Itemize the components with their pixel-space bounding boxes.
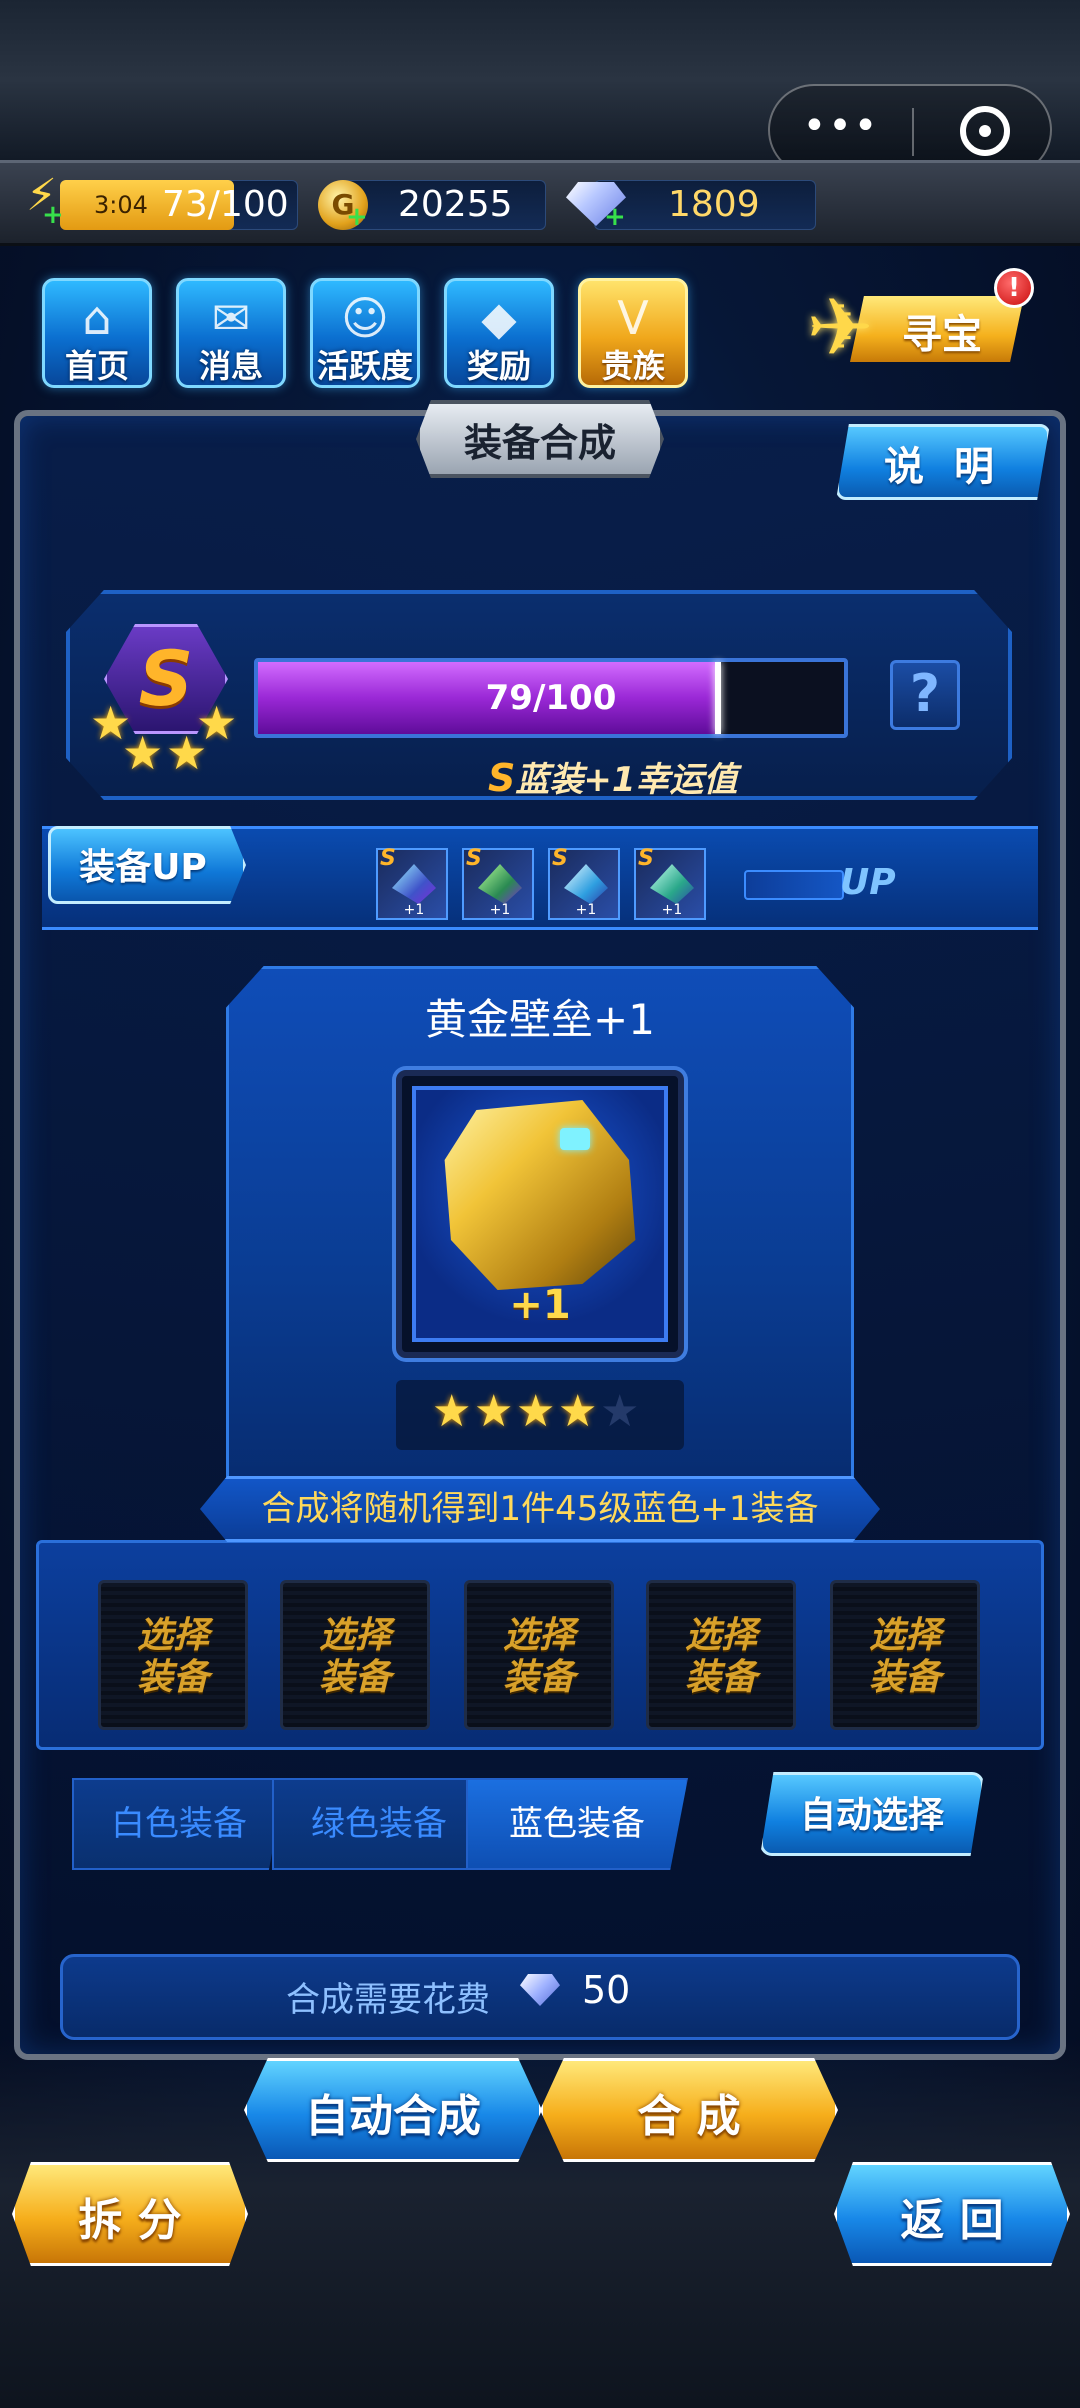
explain-label: 说 明 (884, 444, 1002, 490)
tab-blue-label: 蓝色装备 (509, 1804, 645, 1844)
result-star-icon: ★ (558, 1386, 598, 1437)
luck-desc-grade: S (488, 756, 516, 800)
fighter-jet-icon: ✈ (806, 281, 874, 374)
gift-icon: ◆ (481, 291, 517, 345)
nav-vip-label: 贵族 (600, 347, 665, 385)
slot-plus: +1 (489, 902, 511, 918)
nav-home-label: 首页 (64, 347, 129, 385)
select-equipment-label: 选择 装备 (318, 1615, 391, 1698)
slot-plus: +1 (575, 902, 597, 918)
nav-activity-label: 活跃度 (316, 347, 413, 385)
nav-message-label: 消息 (198, 347, 263, 385)
message-icon: ✉ (211, 291, 251, 345)
treasure-label: 寻宝 (902, 312, 982, 358)
add-energy-icon[interactable]: + (42, 200, 64, 230)
split-label: 拆 分 (78, 2195, 182, 2246)
cost-value: 50 (582, 1968, 631, 2012)
slot-grade: S (552, 846, 568, 871)
up-equipment-slot[interactable]: S +1 (548, 846, 620, 920)
grade-star-icon: ★ (166, 726, 208, 780)
synth-description: 合成将随机得到1件45级蓝色+1装备 (261, 1489, 819, 1529)
up-equipment-slot[interactable]: S +1 (634, 846, 706, 920)
fighter-icon (478, 864, 522, 904)
result-item-name: 黄金壁垒+1 (425, 995, 655, 1044)
add-gem-icon[interactable]: + (604, 202, 626, 232)
vip-icon: V (617, 291, 649, 345)
close-target-icon[interactable] (960, 106, 1010, 156)
tab-white-equipment[interactable]: 白色装备 (72, 1778, 286, 1870)
gem-value: 1809 (668, 184, 760, 225)
help-button[interactable]: ? (890, 660, 960, 730)
auto-select-label: 自动选择 (799, 1795, 944, 1836)
nav-vip-button[interactable]: V 贵族 (578, 278, 688, 388)
capsule-divider (912, 108, 914, 156)
add-coin-icon[interactable]: + (346, 202, 368, 232)
home-icon: ⌂ (82, 291, 112, 345)
slot-plus: +1 (403, 902, 425, 918)
luck-description: S蓝装+1幸运值 (488, 752, 738, 801)
activity-icon: ☺ (341, 291, 389, 345)
select-equipment-label: 选择 装备 (868, 1615, 941, 1698)
equip-up-label: 装备UP (79, 847, 207, 888)
back-label: 返 回 (900, 2195, 1004, 2246)
up-equipment-slot[interactable]: S +1 (462, 846, 534, 920)
nav-reward-label: 奖励 (466, 347, 531, 385)
up-arrows-icon (744, 870, 844, 900)
result-star-icon: ★ (600, 1386, 640, 1437)
slot-grade: S (638, 846, 654, 871)
alert-badge: ! (994, 268, 1034, 308)
tab-blue-equipment[interactable]: 蓝色装备 (466, 1778, 688, 1870)
luck-progress-text: 79/100 (485, 678, 617, 718)
grade-star-icon: ★ (122, 726, 164, 780)
energy-timer: 3:04 (94, 191, 148, 219)
result-star-icon: ★ (432, 1386, 472, 1437)
up-equipment-slot[interactable]: S +1 (376, 846, 448, 920)
tab-green-label: 绿色装备 (311, 1804, 447, 1844)
select-equipment-label: 选择 装备 (684, 1615, 757, 1698)
nav-activity-button[interactable]: ☺ 活跃度 (310, 278, 420, 388)
fighter-icon (392, 864, 436, 904)
material-slot[interactable]: 选择 装备 (280, 1580, 430, 1730)
tab-white-label: 白色装备 (111, 1804, 247, 1844)
panel-title: 装备合成 (463, 421, 616, 465)
select-equipment-label: 选择 装备 (502, 1615, 575, 1698)
result-item-plus: +1 (509, 1282, 571, 1328)
result-star-icon: ★ (474, 1386, 514, 1437)
fighter-icon (650, 864, 694, 904)
up-text: UP (840, 862, 896, 903)
slot-grade: S (466, 846, 482, 871)
slot-grade: S (380, 846, 396, 871)
luck-desc-text: 蓝装+1幸运值 (515, 760, 738, 800)
tab-green-equipment[interactable]: 绿色装备 (272, 1778, 486, 1870)
fighter-icon (564, 864, 608, 904)
nav-home-button[interactable]: ⌂ 首页 (42, 278, 152, 388)
material-slot[interactable]: 选择 装备 (646, 1580, 796, 1730)
slot-plus: +1 (661, 902, 683, 918)
material-slot[interactable]: 选择 装备 (830, 1580, 980, 1730)
synth-label: 合 成 (637, 2091, 741, 2142)
armor-visor (560, 1128, 590, 1150)
auto-synth-label: 自动合成 (305, 2091, 481, 2142)
cost-label: 合成需要花费 (286, 1980, 490, 2020)
material-slot[interactable]: 选择 装备 (98, 1580, 248, 1730)
energy-value: 73/100 (162, 184, 289, 225)
material-slot[interactable]: 选择 装备 (464, 1580, 614, 1730)
nav-message-button[interactable]: ✉ 消息 (176, 278, 286, 388)
coin-value: 20255 (398, 184, 513, 225)
select-equipment-label: 选择 装备 (136, 1615, 209, 1698)
result-star-icon: ★ (516, 1386, 556, 1437)
nav-reward-button[interactable]: ◆ 奖励 (444, 278, 554, 388)
